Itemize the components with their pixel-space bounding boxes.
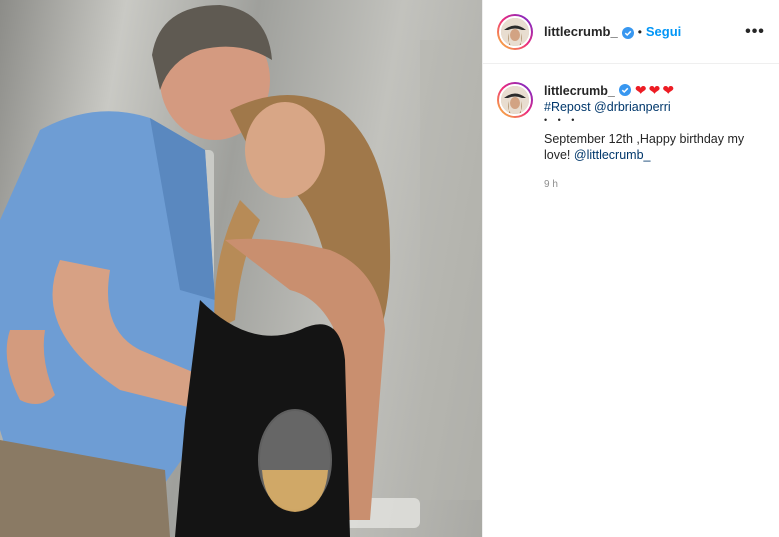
repost-user-link[interactable]: @drbrianperri xyxy=(594,100,671,114)
separator-dot: • xyxy=(637,24,642,39)
caption-bullets: • • • xyxy=(544,115,579,125)
caption-body: littlecrumb_ ❤❤❤ #Repost @drbrianperri • … xyxy=(544,82,765,193)
author-username[interactable]: littlecrumb_ xyxy=(544,24,618,39)
verified-badge-icon xyxy=(618,84,631,96)
follow-button[interactable]: Segui xyxy=(646,24,681,39)
post-side-panel: littlecrumb_ • Segui ••• littlecrumb_ ❤❤… xyxy=(482,0,779,537)
verified-badge-icon xyxy=(621,26,634,39)
instagram-post: littlecrumb_ • Segui ••• littlecrumb_ ❤❤… xyxy=(0,0,779,537)
avatar xyxy=(499,15,531,48)
caption-avatar-ring[interactable] xyxy=(497,82,533,118)
photo-illustration xyxy=(0,5,482,537)
mention-link[interactable]: @littlecrumb_ xyxy=(574,148,651,162)
heart-icon: ❤❤❤ xyxy=(634,82,677,98)
post-photo[interactable] xyxy=(0,0,482,537)
caption-block: littlecrumb_ ❤❤❤ #Repost @drbrianperri • … xyxy=(483,64,779,193)
more-options-icon[interactable]: ••• xyxy=(743,20,767,44)
caption-username[interactable]: littlecrumb_ xyxy=(544,84,615,98)
avatar xyxy=(499,84,531,116)
post-header: littlecrumb_ • Segui ••• xyxy=(483,0,779,64)
author-avatar-ring[interactable] xyxy=(497,13,533,50)
hashtag-repost-link[interactable]: #Repost xyxy=(544,100,591,114)
post-timestamp[interactable]: 9 h xyxy=(544,177,765,193)
